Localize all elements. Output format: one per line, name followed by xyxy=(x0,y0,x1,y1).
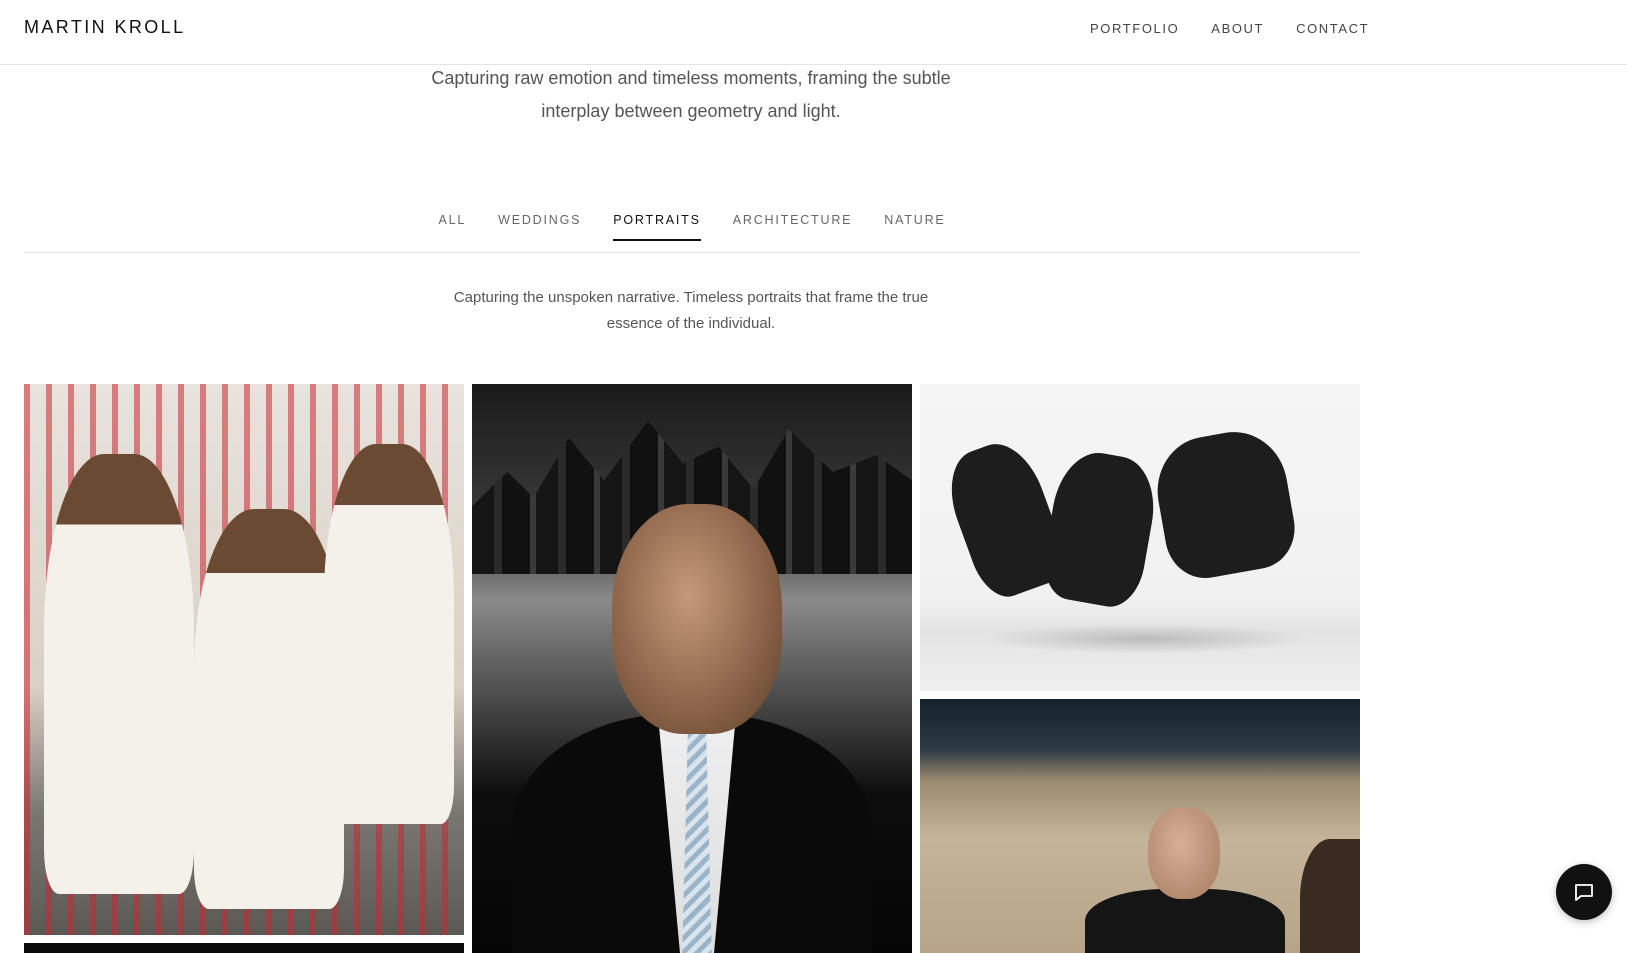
tab-architecture[interactable]: ARCHITECTURE xyxy=(733,205,853,237)
photo-jumper xyxy=(1037,446,1163,612)
site-header: MARTIN KROLL PORTFOLIO ABOUT CONTACT xyxy=(0,0,1627,65)
category-description: Capturing the unspoken narrative. Timele… xyxy=(453,289,929,332)
nav-about[interactable]: ABOUT xyxy=(1211,21,1264,36)
page: MARTIN KROLL PORTFOLIO ABOUT CONTACT Cap… xyxy=(0,0,1627,953)
main-nav: PORTFOLIO ABOUT CONTACT xyxy=(1090,21,1369,36)
photo-figure xyxy=(194,509,344,909)
gallery-photo-executive[interactable] xyxy=(920,699,1360,953)
photo-face xyxy=(612,504,782,734)
tab-nature[interactable]: NATURE xyxy=(884,205,945,237)
photo-figure xyxy=(324,444,454,824)
photo-face xyxy=(1148,807,1220,899)
intro-text: Capturing raw emotion and timeless momen… xyxy=(431,68,951,121)
tab-weddings[interactable]: WEDDINGS xyxy=(498,205,581,237)
filter-tabs: ALL WEDDINGS PORTRAITS ARCHITECTURE NATU… xyxy=(24,205,1360,253)
gallery-photo-businessman[interactable] xyxy=(472,384,912,953)
nav-contact[interactable]: CONTACT xyxy=(1296,21,1369,36)
chat-button[interactable] xyxy=(1556,864,1612,920)
brand-logo[interactable]: MARTIN KROLL xyxy=(24,17,186,38)
photo-shadow xyxy=(980,624,1310,654)
nav-portfolio[interactable]: PORTFOLIO xyxy=(1090,21,1179,36)
gallery-photo-guards[interactable] xyxy=(24,384,464,935)
tab-portraits[interactable]: PORTRAITS xyxy=(613,205,701,241)
chat-bubble-icon xyxy=(1575,884,1593,901)
tab-all[interactable]: ALL xyxy=(438,205,466,237)
photo-jumper xyxy=(1148,423,1302,585)
photo-foreground xyxy=(1300,839,1360,953)
photo-figure xyxy=(44,454,194,894)
gallery-photo-jumpers[interactable] xyxy=(920,384,1360,691)
gallery-photo-next[interactable] xyxy=(24,943,464,953)
